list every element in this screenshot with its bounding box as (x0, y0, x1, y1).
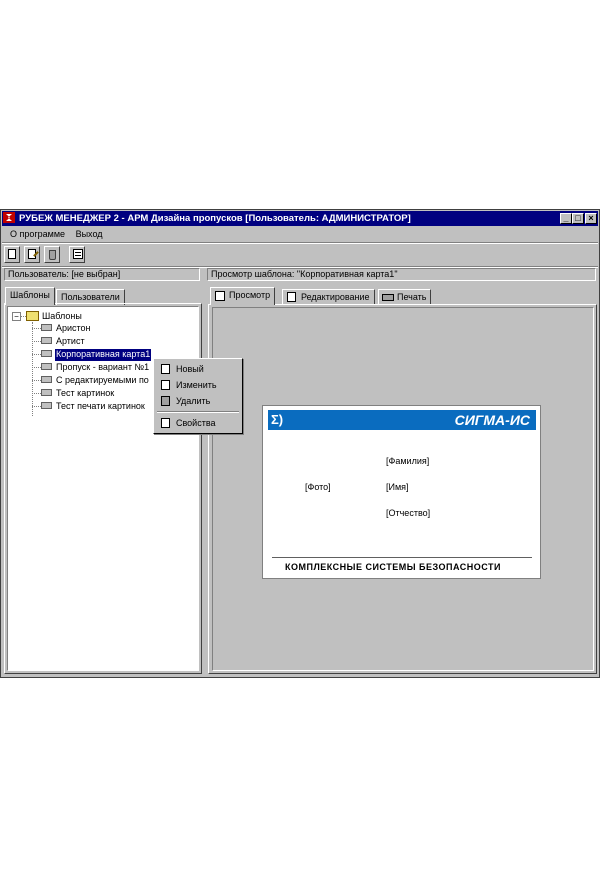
template-icon (41, 324, 52, 331)
card-slogan: КОМПЛЕКСНЫЕ СИСТЕМЫ БЕЗОПАСНОСТИ (285, 562, 501, 572)
context-item-edit-label: Изменить (176, 380, 217, 390)
edit-template-button[interactable] (24, 246, 40, 263)
printer-icon (382, 294, 394, 301)
context-item-new[interactable]: Новый (156, 362, 240, 376)
template-icon (41, 402, 52, 409)
maximize-button[interactable]: □ (572, 213, 584, 224)
tab-editing-label: Редактирование (301, 292, 370, 302)
tree-connector (32, 354, 41, 355)
tab-templates-label: Шаблоны (10, 290, 50, 300)
app-logo-icon[interactable] (3, 212, 15, 223)
minimize-button[interactable]: _ (560, 213, 572, 224)
template-icon (41, 337, 52, 344)
context-separator (157, 411, 239, 413)
template-preview-field: Просмотр шаблона: "Корпоративная карта1" (207, 268, 596, 281)
tab-templates[interactable]: Шаблоны (5, 287, 55, 305)
properties-icon-line (75, 255, 81, 256)
tree-collapse-toggle[interactable]: − (12, 312, 21, 321)
template-preview-label: Просмотр шаблона: "Корпоративная карта1" (211, 269, 398, 279)
tab-print[interactable]: Печать (378, 289, 432, 305)
properties-icon (161, 418, 170, 428)
new-template-button[interactable] (4, 246, 20, 263)
tree-connector (32, 341, 41, 342)
properties-icon-line (75, 252, 81, 253)
close-button[interactable]: × (585, 213, 597, 224)
tree-item-artist[interactable]: Артист (55, 336, 86, 348)
template-icon (41, 363, 52, 370)
template-icon (41, 350, 52, 357)
delete-trash-icon (161, 396, 170, 406)
card-divider (272, 557, 532, 558)
context-item-edit[interactable]: Изменить (156, 378, 240, 392)
edit-document-icon (161, 380, 170, 390)
new-document-icon (161, 364, 170, 374)
menu-bar: О программе Выход (2, 227, 598, 241)
properties-icon (73, 249, 83, 259)
title-bar[interactable]: РУБЕЖ МЕНЕДЖЕР 2 - АРМ Дизайна пропусков… (2, 211, 598, 226)
tree-connector (32, 393, 41, 394)
window-title: РУБЕЖ МЕНЕДЖЕР 2 - АРМ Дизайна пропусков… (19, 213, 411, 224)
context-item-delete[interactable]: Удалить (156, 394, 240, 408)
sigma-logo: Σ) (271, 412, 284, 427)
properties-button[interactable] (69, 246, 85, 263)
tree-item-pass-variant[interactable]: Пропуск - вариант №1 (55, 362, 150, 374)
tree-connector (32, 367, 41, 368)
tab-print-label: Печать (397, 292, 427, 302)
tree-item-editable[interactable]: С редактируемыми по (55, 375, 150, 387)
tree-connector (32, 328, 41, 329)
selected-user-field: Пользователь: [не выбран] (4, 268, 200, 281)
tree-item-image-test[interactable]: Тест картинок (55, 388, 115, 400)
card-patronymic-field: [Отчество] (386, 508, 431, 518)
tree-connector (32, 406, 41, 407)
card-photo-placeholder: [Фото] (305, 482, 331, 492)
tab-editing[interactable]: Редактирование (282, 289, 375, 305)
tree-item-print-test[interactable]: Тест печати картинок (55, 401, 146, 413)
delete-trash-icon (49, 250, 56, 260)
folder-icon (26, 311, 39, 321)
tree-item-corporate-card[interactable]: Корпоративная карта1 (55, 349, 152, 361)
selected-user-label: Пользователь: [не выбран] (8, 269, 121, 279)
card-surname-field: [Фамилия] (386, 456, 430, 466)
context-item-delete-label: Удалить (176, 396, 211, 406)
delete-template-button[interactable] (44, 246, 60, 263)
context-menu: Новый Изменить Удалить Свойства (153, 358, 243, 434)
menu-about[interactable]: О программе (6, 227, 69, 241)
tree-item-ariston[interactable]: Аристон (55, 323, 92, 335)
edit-icon (287, 292, 296, 302)
card-brand: СИГМА-ИС (454, 412, 530, 428)
tree-root[interactable]: Шаблоны (42, 311, 82, 323)
tab-users-label: Пользователи (61, 292, 120, 302)
tree-connector (32, 380, 41, 381)
card-name-field: [Имя] (386, 482, 409, 492)
context-item-properties-label: Свойства (176, 418, 216, 428)
template-icon (41, 376, 52, 383)
tree-connector (32, 322, 33, 416)
menu-separator (2, 242, 598, 244)
menu-exit[interactable]: Выход (72, 227, 107, 241)
new-document-icon (8, 249, 16, 259)
tab-preview[interactable]: Просмотр (210, 287, 276, 305)
card-preview: Σ) СИГМА-ИС [Фото] [Фамилия] [Имя] [Отче… (262, 405, 541, 579)
tab-preview-label: Просмотр (229, 290, 271, 300)
template-icon (41, 389, 52, 396)
context-item-properties[interactable]: Свойства (156, 416, 240, 430)
preview-icon (215, 291, 225, 301)
card-header-band: Σ) СИГМА-ИС (268, 410, 536, 430)
context-item-new-label: Новый (176, 364, 204, 374)
